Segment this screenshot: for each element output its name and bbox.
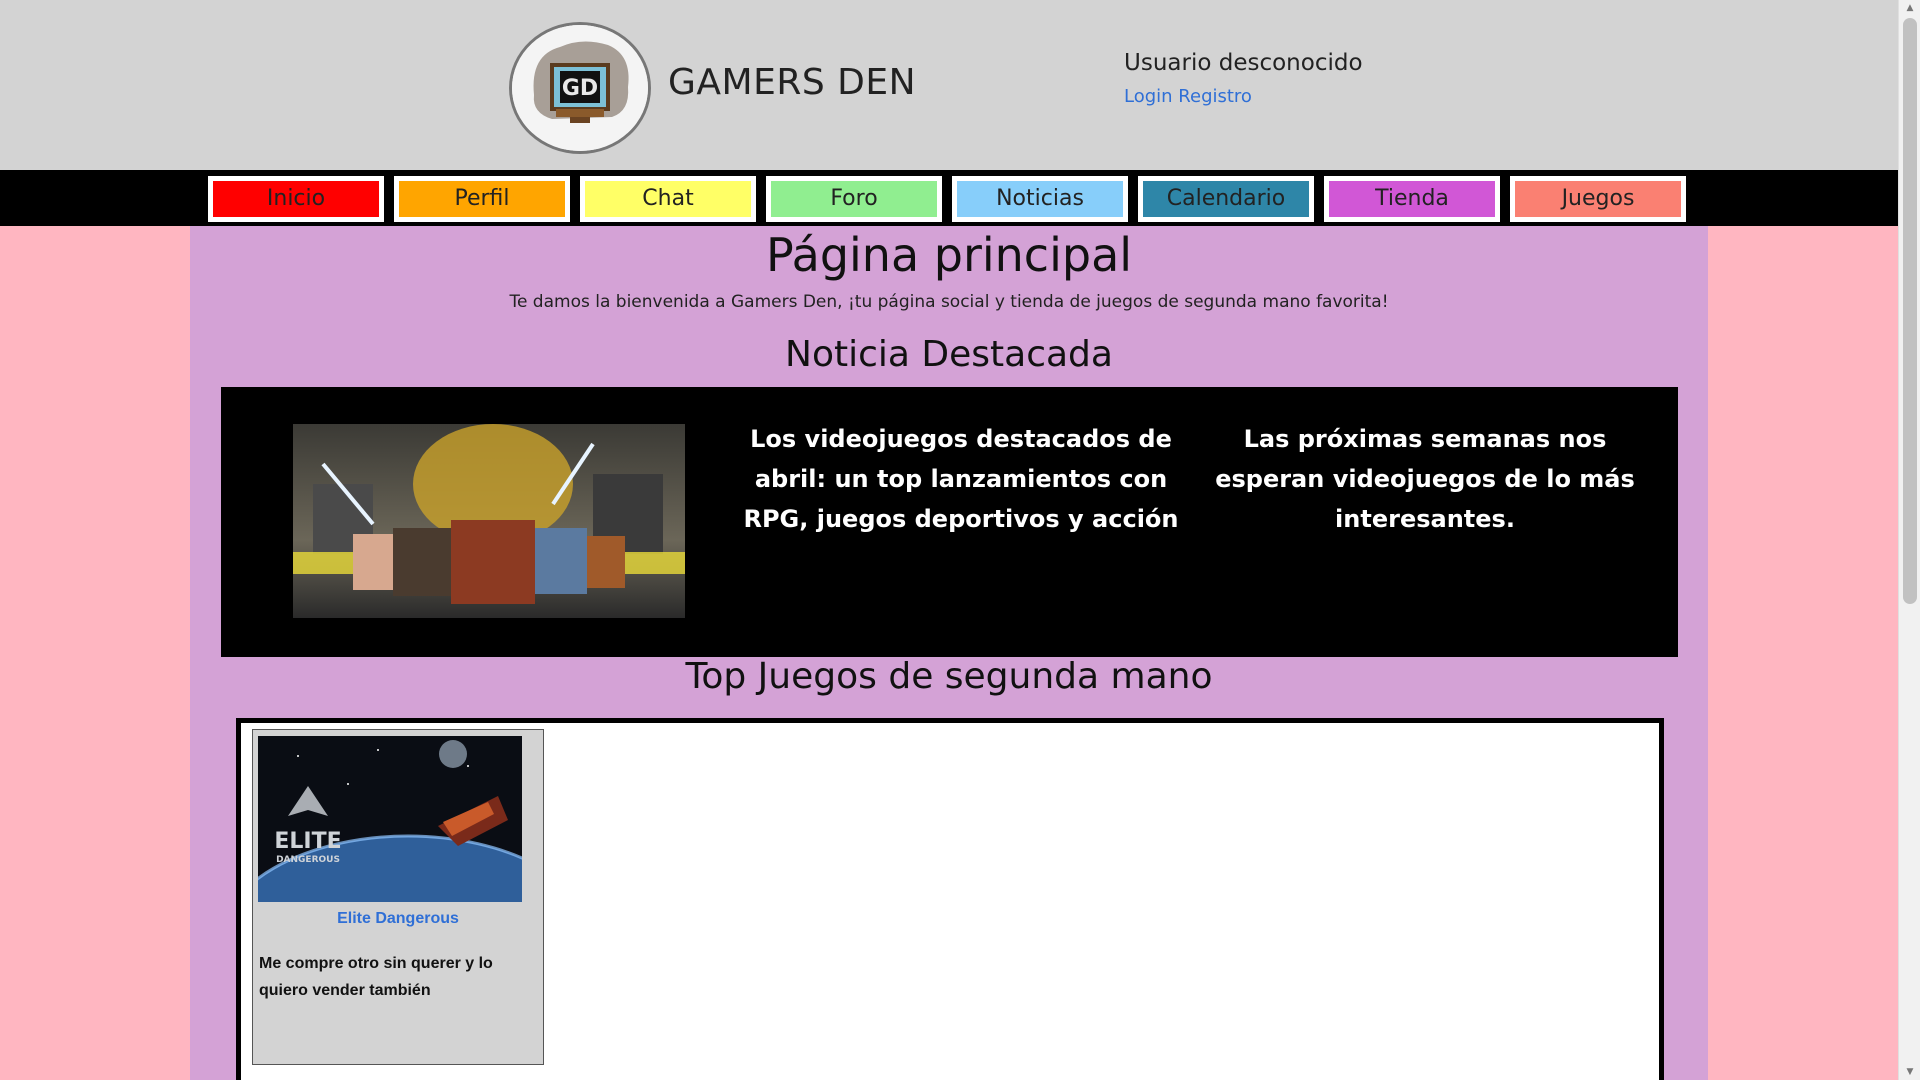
welcome-text: Te damos la bienvenida a Gamers Den, ¡tu… — [509, 292, 1389, 312]
auth-links: Login Registro — [1124, 86, 1363, 107]
nav-inicio[interactable]: Inicio — [208, 176, 384, 222]
news-thumbnail — [293, 424, 685, 618]
page-scrollbar[interactable]: ▲ ▼ — [1898, 0, 1920, 1080]
news-summary: Las próximas semanas nos esperan videoju… — [1215, 425, 1635, 533]
game-image[interactable]: ELITE DANGEROUS — [258, 736, 522, 902]
site-logo[interactable]: GD — [509, 22, 651, 154]
featured-news: Los videojuegos destacados de abril: un … — [221, 387, 1678, 657]
nav-tienda[interactable]: Tienda — [1324, 176, 1500, 222]
scroll-up-icon[interactable]: ▲ — [1899, 0, 1920, 16]
nav-label: Inicio — [266, 186, 326, 211]
login-link[interactable]: Login — [1124, 86, 1173, 107]
nav-label: Calendario — [1166, 186, 1286, 211]
news-headline: Los videojuegos destacados de abril: un … — [743, 425, 1179, 533]
game-logo-line1: ELITE — [274, 829, 341, 854]
nav-label: Perfil — [454, 186, 510, 211]
game-thumbnail: ELITE DANGEROUS — [258, 736, 522, 902]
site-header: GD GAMERS DEN Usuario desconocido Login … — [0, 0, 1898, 170]
game-card: ELITE DANGEROUS Elite Dangerous Me compr… — [252, 729, 544, 1065]
game-description: Me compre otro sin querer y lo quiero ve… — [259, 955, 493, 999]
nav-foro[interactable]: Foro — [766, 176, 942, 222]
page-title: Página principal — [765, 228, 1133, 282]
register-link[interactable]: Registro — [1178, 86, 1252, 107]
main-nav: Inicio Perfil Chat Foro Noticias Calenda… — [0, 170, 1898, 226]
news-image[interactable] — [293, 424, 685, 618]
game-logo-line2: DANGEROUS — [276, 855, 340, 865]
nav-chat[interactable]: Chat — [580, 176, 756, 222]
user-box: Usuario desconocido Login Registro — [1124, 50, 1363, 107]
site-name: GAMERS DEN — [668, 62, 917, 103]
logo-letters: GD — [562, 76, 598, 101]
nav-label: Chat — [642, 186, 694, 211]
nav-label: Foro — [830, 186, 878, 211]
nav-label: Noticias — [996, 186, 1084, 211]
logo-image: GD — [512, 25, 648, 151]
user-status: Usuario desconocido — [1124, 50, 1363, 76]
main-content: Página principal Te damos la bienvenida … — [190, 226, 1708, 1080]
featured-news-title: Noticia Destacada — [785, 334, 1113, 375]
nav-label: Juegos — [1561, 186, 1635, 211]
games-grid: ELITE DANGEROUS Elite Dangerous Me compr… — [236, 718, 1664, 1080]
nav-perfil[interactable]: Perfil — [394, 176, 570, 222]
nav-juegos[interactable]: Juegos — [1510, 176, 1686, 222]
scroll-thumb[interactable] — [1903, 18, 1917, 604]
nav-calendario[interactable]: Calendario — [1138, 176, 1314, 222]
scroll-down-icon[interactable]: ▼ — [1899, 1064, 1920, 1080]
nav-noticias[interactable]: Noticias — [952, 176, 1128, 222]
top-games-title: Top Juegos de segunda mano — [685, 656, 1213, 697]
game-name-link[interactable]: Elite Dangerous — [253, 910, 543, 928]
nav-label: Tienda — [1375, 186, 1449, 211]
